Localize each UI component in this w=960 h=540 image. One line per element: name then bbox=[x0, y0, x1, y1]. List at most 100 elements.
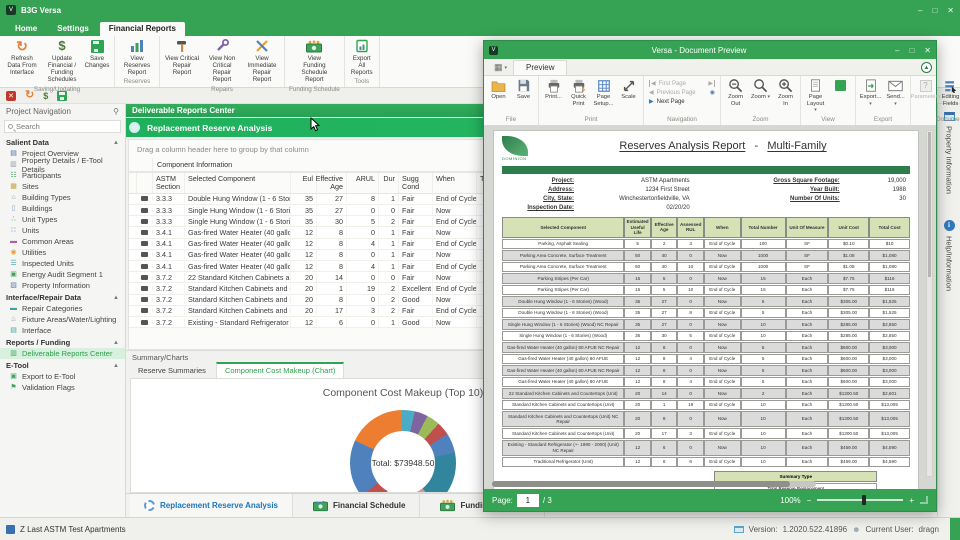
thumbnails-toggle[interactable] bbox=[828, 77, 853, 94]
sidebar-item[interactable]: Common Areas bbox=[0, 236, 125, 247]
section-header[interactable]: E-Tool ▲ bbox=[0, 359, 125, 371]
column-header[interactable]: Dur bbox=[379, 173, 399, 193]
sidebar-item[interactable]: Unit Types bbox=[0, 214, 125, 225]
app-menu-button[interactable]: ▦▾ bbox=[488, 62, 513, 75]
refresh-data-button[interactable]: ↻ Refresh Data From Interface bbox=[2, 37, 42, 77]
view-reserves-report-button[interactable]: View Reserves Report bbox=[117, 37, 157, 77]
minimize-button[interactable]: – bbox=[918, 6, 922, 15]
sidebar-item[interactable]: Inspected Units bbox=[0, 258, 125, 269]
close-button[interactable]: ✕ bbox=[924, 46, 931, 55]
zoom-button[interactable]: Zoom ▾ bbox=[748, 77, 773, 102]
tab-home[interactable]: Home bbox=[6, 22, 46, 36]
resize-grip[interactable] bbox=[950, 518, 960, 540]
sidebar-item[interactable]: Energy Audit Segment 1 bbox=[0, 269, 125, 280]
excel-export-icon[interactable]: ✕ bbox=[6, 91, 16, 101]
tab-component-cost-makeup[interactable]: Component Cost Makeup (Chart) bbox=[216, 362, 344, 378]
group-label: Reserves bbox=[117, 77, 157, 87]
horizontal-scrollbar[interactable] bbox=[492, 481, 816, 487]
section-header[interactable]: Interface/Repair Data ▲ bbox=[0, 291, 125, 303]
sidebar-item[interactable]: Deliverable Reports Center bbox=[0, 348, 125, 359]
export-button[interactable]: Export... ▾ bbox=[858, 77, 883, 108]
page-setup-button[interactable]: Page Setup... bbox=[591, 77, 616, 108]
sidebar-item[interactable]: Repair Categories bbox=[0, 303, 125, 314]
print-button[interactable]: Print... bbox=[541, 77, 566, 102]
next-page-button[interactable]: ▶ Next Page bbox=[649, 98, 715, 105]
quick-print-button[interactable]: Quick Print bbox=[566, 77, 591, 108]
dollar-icon[interactable]: $ bbox=[43, 91, 48, 101]
save-button[interactable]: Save bbox=[511, 77, 536, 102]
pin-icon[interactable]: ⚲ bbox=[113, 107, 119, 116]
sidebar-item[interactable]: Buildings bbox=[0, 203, 125, 214]
sidebar-item[interactable]: Property Information bbox=[0, 280, 125, 291]
search-input[interactable] bbox=[16, 122, 117, 131]
sidebar-item[interactable]: Sites bbox=[0, 181, 125, 192]
send-button[interactable]: Send... ▾ bbox=[883, 77, 908, 108]
sidebar-item[interactable]: Interface bbox=[0, 325, 125, 336]
refresh-icon[interactable]: ↻ bbox=[25, 90, 34, 101]
minimize-button[interactable]: – bbox=[895, 46, 899, 55]
column-header[interactable]: Eul bbox=[291, 173, 317, 193]
section-header[interactable]: Salient Data ▲ bbox=[0, 136, 125, 148]
sidebar-item[interactable]: Property Details / E-Tool Details bbox=[0, 159, 125, 170]
tab-financial-reports[interactable]: Financial Reports bbox=[100, 22, 185, 36]
view-non-critical-repair-button[interactable]: View Non Critical Repair Report bbox=[202, 37, 242, 85]
collapse-caret-icon: ▲ bbox=[113, 340, 119, 346]
scale-button[interactable]: Scale bbox=[616, 77, 641, 102]
sidebar-item-label: Fixture Areas/Water/Lighting bbox=[22, 315, 116, 324]
view-funding-schedule-button[interactable]: View Funding Schedule Report bbox=[294, 37, 334, 85]
export-all-reports-button[interactable]: Export All Reports bbox=[347, 37, 377, 77]
cell-when: End of Cycle bbox=[433, 306, 477, 315]
restore-button[interactable]: □ bbox=[909, 46, 914, 55]
section-header[interactable]: Reports / Funding ▲ bbox=[0, 336, 125, 348]
column-header[interactable]: When bbox=[433, 173, 477, 193]
sidebar-item[interactable]: Units bbox=[0, 225, 125, 236]
sidebar-item[interactable]: Validation Flags bbox=[0, 382, 125, 393]
sidebar-item[interactable]: Fixture Areas/Water/Lighting bbox=[0, 314, 125, 325]
sidebar-item[interactable]: Building Types bbox=[0, 192, 125, 203]
cell-sugg-cond: Fair bbox=[399, 250, 433, 259]
tab-settings[interactable]: Settings bbox=[48, 22, 98, 36]
zoom-slider-thumb[interactable] bbox=[862, 495, 866, 505]
sidebar-item[interactable]: Export to E-Tool bbox=[0, 371, 125, 382]
update-financial-button[interactable]: $ Update Financial / Funding Schedules bbox=[42, 37, 82, 85]
view-immediate-repair-button[interactable]: View Immediate Repair Report bbox=[242, 37, 282, 85]
save-changes-button[interactable]: Save Changes bbox=[82, 37, 112, 70]
editing-fields-button[interactable]: Editing Fields bbox=[938, 77, 960, 108]
cell-eul: 12 bbox=[291, 250, 317, 259]
open-button[interactable]: Open bbox=[486, 77, 511, 102]
page-number-input[interactable] bbox=[517, 494, 539, 507]
sidebar-item-label: Unit Types bbox=[22, 215, 57, 224]
zoom-level: 100% bbox=[780, 496, 800, 505]
zoom-out-control[interactable]: − bbox=[807, 496, 812, 505]
column-header[interactable]: ARUL bbox=[347, 173, 379, 193]
button-label: Open bbox=[491, 94, 505, 101]
restore-button[interactable]: □ bbox=[932, 6, 937, 15]
save-icon[interactable] bbox=[57, 91, 67, 101]
zoom-out-button[interactable]: Zoom Out bbox=[723, 77, 748, 108]
page-layout-button[interactable]: Page Layout ▾ bbox=[803, 77, 828, 115]
tab-reserve-summaries[interactable]: Reserve Summaries bbox=[130, 364, 214, 378]
zoom-in-control[interactable]: + bbox=[909, 496, 914, 505]
view-critical-repair-button[interactable]: View Critical Repair Report bbox=[162, 37, 202, 77]
vertical-scrollbar[interactable] bbox=[926, 130, 933, 477]
dock-tab-help-information[interactable]: i Help/Information bbox=[944, 220, 955, 291]
close-button[interactable]: ✕ bbox=[947, 6, 954, 15]
cell-dur: 2 bbox=[379, 217, 399, 226]
cell-sugg-cond: Fair bbox=[399, 217, 433, 226]
tab-replacement-reserve-analysis[interactable]: Replacement Reserve Analysis bbox=[130, 494, 293, 517]
zoom-slider[interactable] bbox=[817, 499, 903, 501]
column-header[interactable]: Sugg Cond bbox=[399, 173, 433, 193]
resize-grip-icon[interactable] bbox=[920, 496, 928, 504]
first-page-button[interactable]: ◀ First Page ▶ bbox=[649, 80, 715, 87]
tab-financial-schedule[interactable]: Financial Schedule bbox=[299, 494, 420, 517]
cell-selected-component: Double Hung Window (1 - 6 Storie... bbox=[185, 194, 291, 203]
ribbon-collapse-button[interactable]: ▲ bbox=[921, 62, 932, 73]
zoom-in-button[interactable]: Zoom In bbox=[773, 77, 798, 108]
column-header[interactable]: Selected Component bbox=[185, 173, 291, 193]
column-header[interactable]: ASTM Section bbox=[153, 173, 185, 193]
previous-page-button[interactable]: ◀ Previous Page ◉ bbox=[649, 89, 715, 96]
tab-preview[interactable]: Preview bbox=[513, 60, 567, 75]
column-header[interactable]: Effective Age bbox=[317, 173, 347, 193]
cell-eul: 20 bbox=[291, 273, 317, 282]
sidebar-item[interactable]: Utilities bbox=[0, 247, 125, 258]
